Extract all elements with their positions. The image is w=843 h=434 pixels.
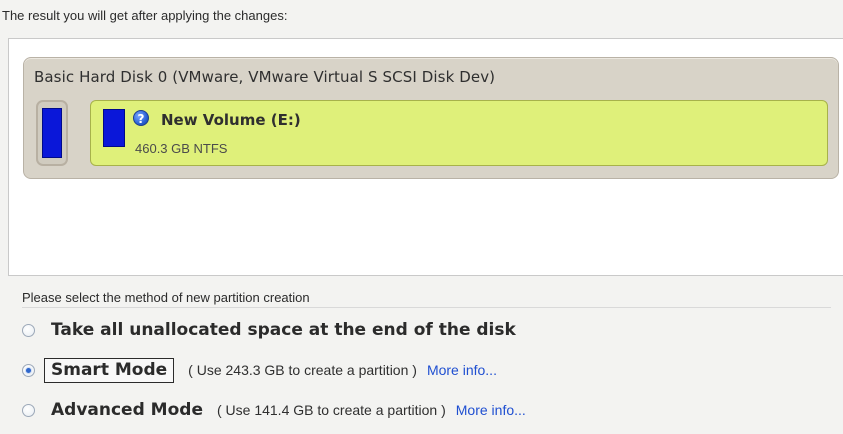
disk-icon	[36, 100, 68, 166]
option-take-all-label[interactable]: Take all unallocated space at the end of…	[51, 320, 516, 340]
option-advanced-mode-row[interactable]: Advanced Mode ( Use 141.4 GB to create a…	[22, 398, 526, 422]
method-header: Please select the method of new partitio…	[22, 290, 310, 305]
radio-button-icon[interactable]	[22, 403, 35, 417]
help-icon: ?	[133, 110, 149, 126]
result-preview-panel: Basic Hard Disk 0 (VMware, VMware Virtua…	[8, 38, 843, 276]
radio-button-icon[interactable]	[22, 363, 35, 377]
method-divider	[22, 307, 831, 308]
disk-bar	[42, 108, 62, 158]
option-advanced-mode-label[interactable]: Advanced Mode	[51, 400, 203, 420]
disk-card: Basic Hard Disk 0 (VMware, VMware Virtua…	[23, 57, 839, 179]
advanced-mode-more-info-link[interactable]: More info...	[456, 402, 526, 418]
volume-icon	[103, 109, 125, 147]
option-smart-mode-row[interactable]: Smart Mode ( Use 243.3 GB to create a pa…	[22, 357, 497, 383]
volume-meta: 460.3 GB NTFS	[135, 141, 228, 156]
option-take-all-row[interactable]: Take all unallocated space at the end of…	[22, 318, 516, 342]
option-advanced-mode-note: ( Use 141.4 GB to create a partition )	[216, 402, 446, 418]
disk-title: Basic Hard Disk 0 (VMware, VMware Virtua…	[34, 68, 496, 86]
result-header: The result you will get after applying t…	[2, 8, 288, 23]
volume-card: ? New Volume (E:) 460.3 GB NTFS	[90, 100, 828, 166]
volume-name: New Volume (E:)	[161, 111, 301, 129]
radio-button-icon[interactable]	[22, 323, 35, 337]
smart-mode-more-info-link[interactable]: More info...	[427, 362, 497, 378]
option-smart-mode-note: ( Use 243.3 GB to create a partition )	[188, 362, 417, 378]
option-smart-mode-label[interactable]: Smart Mode	[44, 357, 175, 383]
